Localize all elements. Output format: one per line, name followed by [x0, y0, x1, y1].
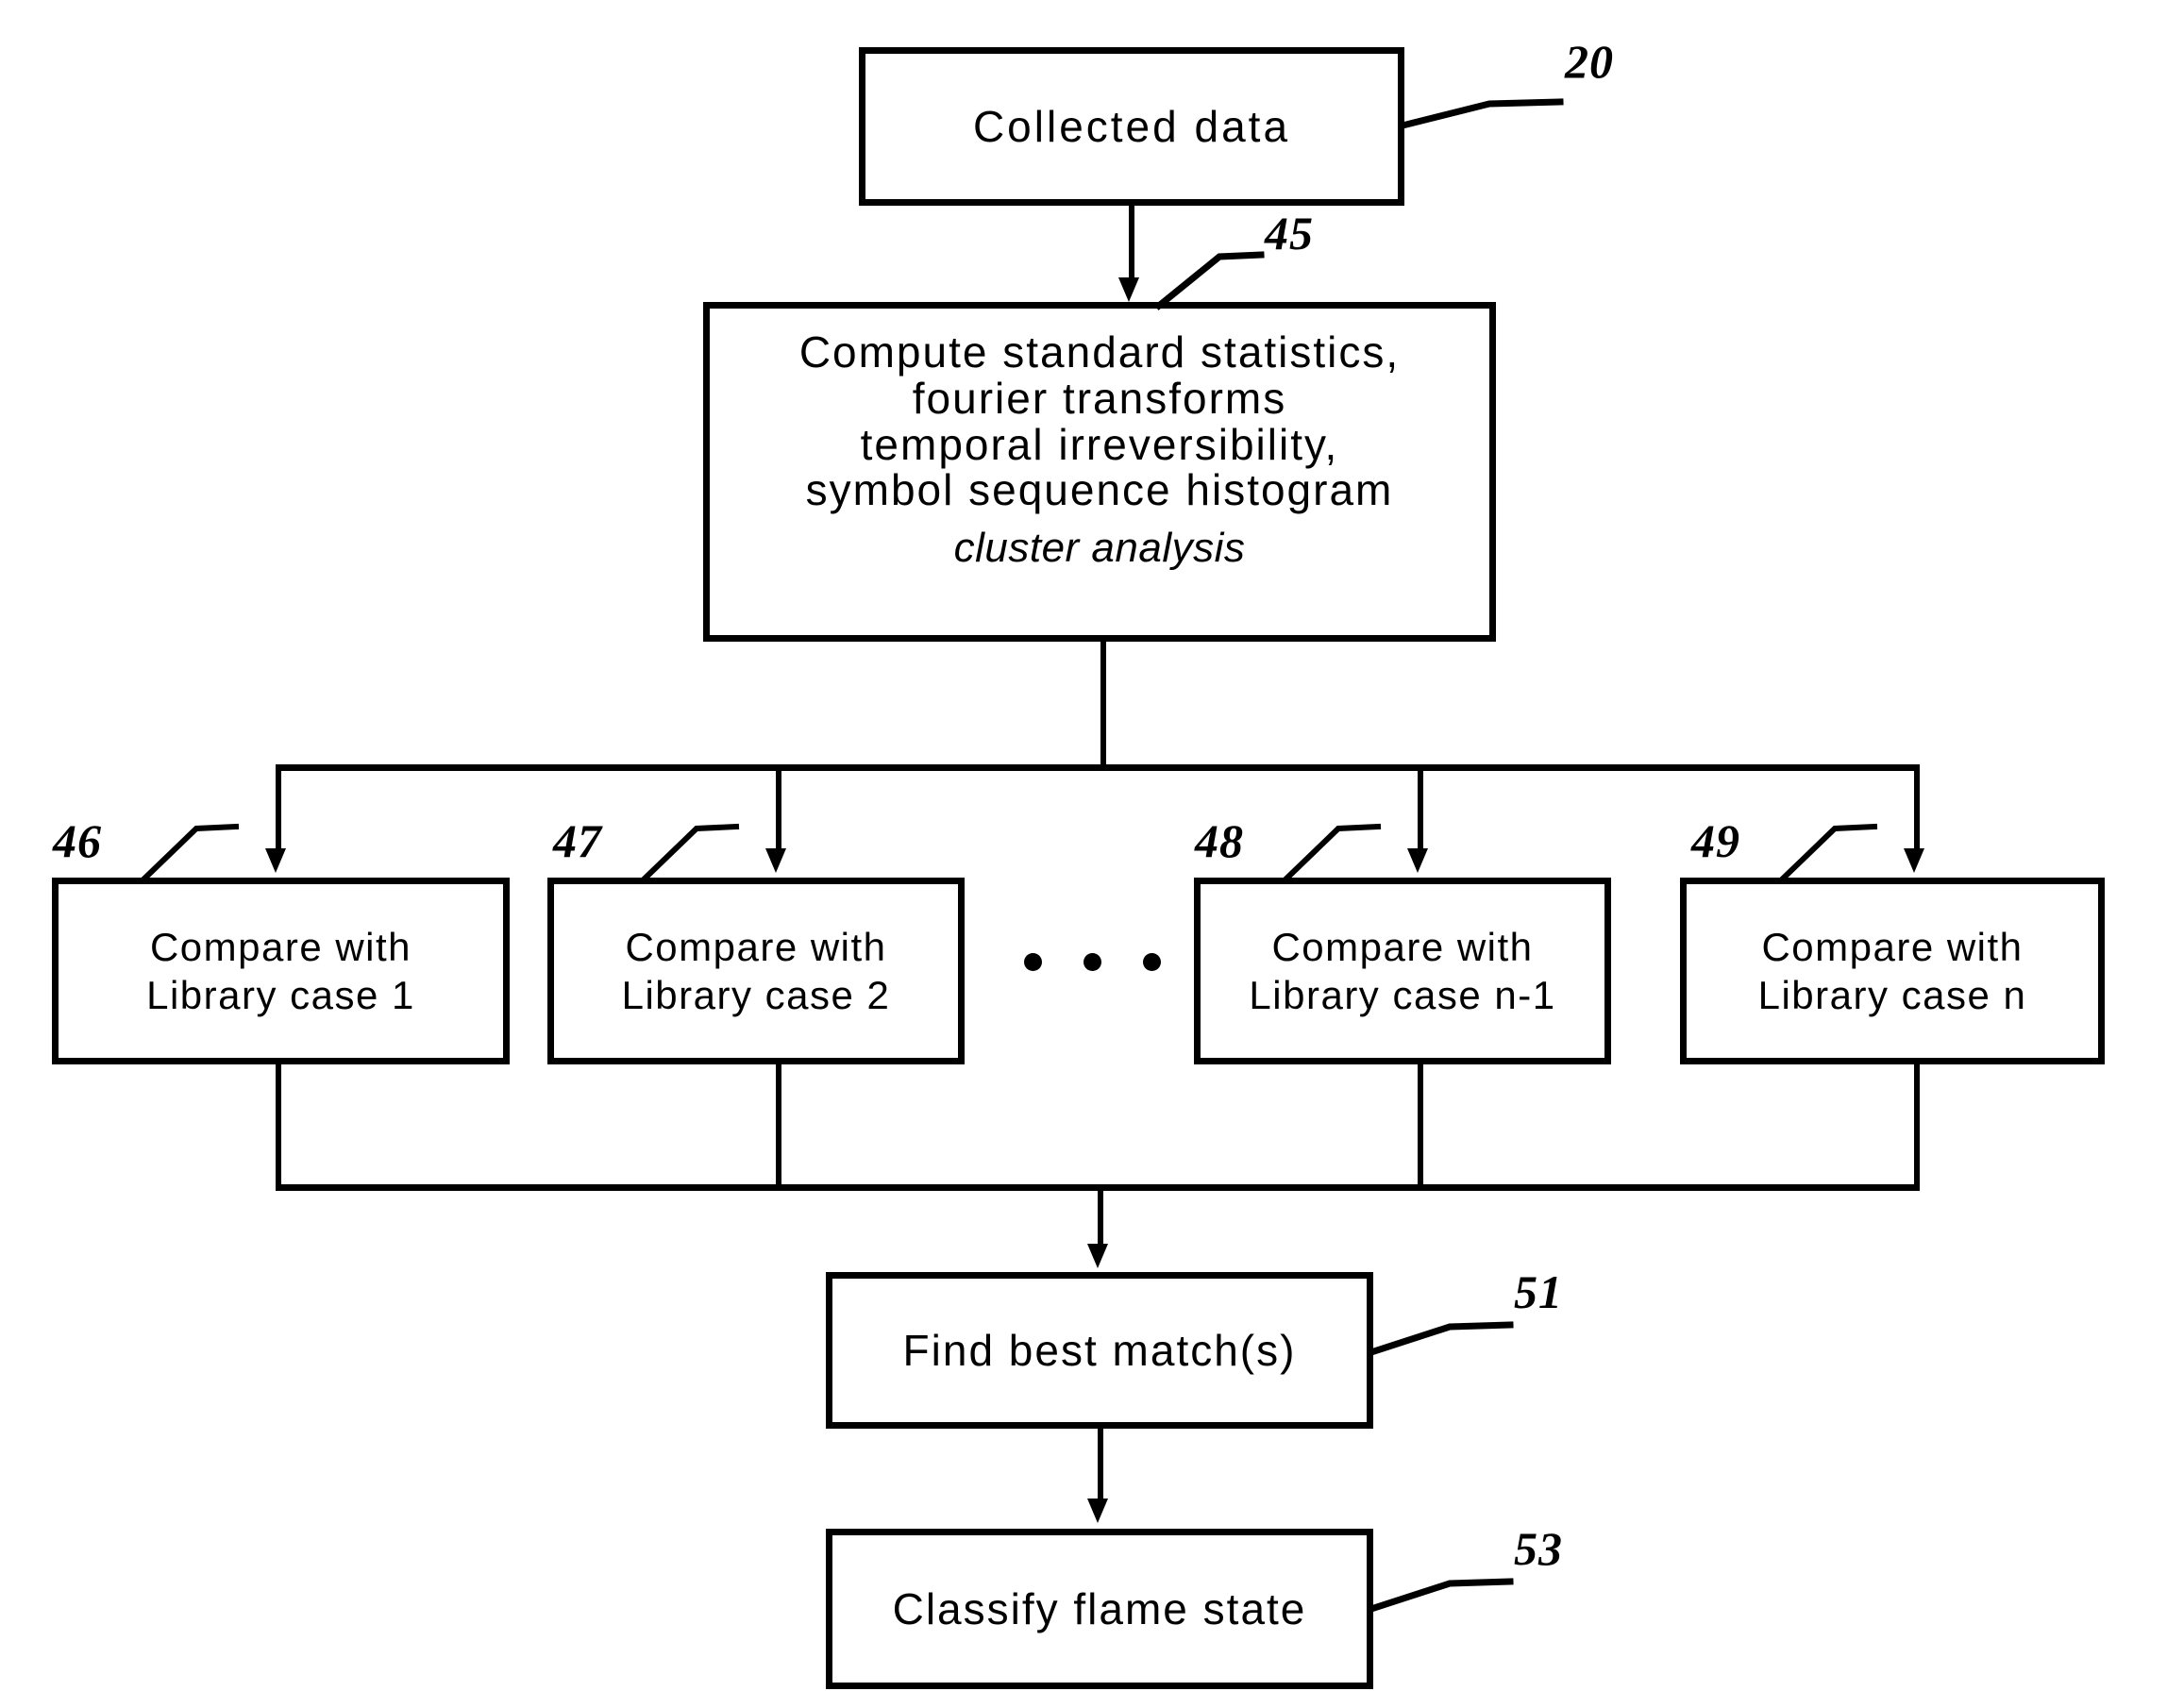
connector-compute-to-bus [1100, 642, 1106, 768]
leader-line-53 [1369, 1570, 1514, 1613]
leader-line-49 [1769, 823, 1882, 885]
node-compare-2-line-1: Compare with [625, 924, 887, 969]
node-classify-line-1: Classify flame state [892, 1584, 1307, 1633]
node-compare-1-line-2: Library case 1 [146, 973, 415, 1017]
leader-line-45 [1153, 247, 1267, 310]
connector-compare-2-to-merge [776, 1064, 781, 1191]
arrowhead-collected-to-compute [1118, 277, 1139, 302]
arrowhead-find-best-to-classify [1087, 1499, 1108, 1523]
connector-merge-to-find-best [1098, 1184, 1103, 1248]
ref-numeral-45: 45 [1265, 207, 1314, 260]
node-compute-statistics: Compute standard statistics, fourier tra… [703, 302, 1496, 642]
connector-bus-to-compare-3 [1418, 764, 1423, 854]
connector-bus-to-compare-4 [1914, 764, 1920, 854]
node-compare-library-case-n-minus-1: Compare with Library case n-1 [1194, 878, 1611, 1064]
ref-numeral-49: 49 [1691, 814, 1740, 867]
connector-find-best-to-classify [1098, 1429, 1103, 1502]
leader-line-48 [1272, 823, 1386, 885]
node-find-best-line-1: Find best match(s) [902, 1326, 1297, 1375]
node-collected-data-line-1: Collected data [972, 102, 1291, 151]
leader-line-51 [1369, 1314, 1514, 1356]
distribution-bus [276, 764, 1920, 771]
node-compare-library-case-1: Compare with Library case 1 [52, 878, 510, 1064]
leader-line-47 [630, 823, 744, 885]
ellipsis-group [1024, 953, 1161, 971]
arrowhead-bus-to-compare-2 [765, 848, 786, 873]
arrowhead-bus-to-compare-3 [1407, 848, 1428, 873]
ref-numeral-20: 20 [1565, 35, 1614, 88]
node-compare-library-case-2: Compare with Library case 2 [547, 878, 965, 1064]
node-compare-1-line-1: Compare with [149, 924, 412, 969]
node-compare-library-case-n: Compare with Library case n [1680, 878, 2105, 1064]
node-compute-line-5: cluster analysis [953, 525, 1246, 571]
node-compare-3-line-1: Compare with [1271, 924, 1534, 969]
arrowhead-bus-to-compare-1 [265, 848, 286, 873]
node-collected-data: Collected data [859, 47, 1404, 206]
node-compute-line-3: temporal irreversibility, [860, 419, 1339, 469]
connector-compare-1-to-merge [276, 1064, 281, 1191]
node-compute-line-2: fourier transforms [912, 373, 1287, 423]
node-compare-4-line-1: Compare with [1761, 924, 2024, 969]
ellipsis-dot [1024, 953, 1042, 971]
ellipsis-dot [1143, 953, 1161, 971]
figure-canvas: Collected data 20 Compute standard stati… [0, 0, 2167, 1708]
connector-compare-3-to-merge [1418, 1064, 1423, 1191]
leader-line-46 [130, 823, 244, 885]
leader-line-20 [1402, 91, 1565, 129]
node-classify-flame-state: Classify flame state [826, 1529, 1373, 1689]
ref-numeral-48: 48 [1195, 814, 1244, 867]
connector-bus-to-compare-2 [776, 764, 781, 854]
ref-numeral-47: 47 [553, 814, 602, 867]
arrowhead-bus-to-compare-4 [1904, 848, 1924, 873]
ref-numeral-53: 53 [1514, 1522, 1563, 1575]
connector-collected-to-compute [1129, 206, 1134, 283]
node-find-best-match: Find best match(s) [826, 1272, 1373, 1429]
connector-bus-to-compare-1 [276, 764, 281, 854]
node-compare-4-line-2: Library case n [1757, 973, 2027, 1017]
arrowhead-merge-to-find-best [1087, 1244, 1108, 1268]
node-compare-2-line-2: Library case 2 [621, 973, 891, 1017]
ref-numeral-51: 51 [1514, 1265, 1563, 1318]
ellipsis-dot [1084, 953, 1101, 971]
node-compute-line-4: symbol sequence histogram [805, 465, 1394, 515]
node-compute-line-1: Compute standard statistics, [798, 327, 1401, 377]
connector-compare-4-to-merge [1914, 1064, 1920, 1191]
ref-numeral-46: 46 [53, 814, 102, 867]
node-compare-3-line-2: Library case n-1 [1249, 973, 1556, 1017]
